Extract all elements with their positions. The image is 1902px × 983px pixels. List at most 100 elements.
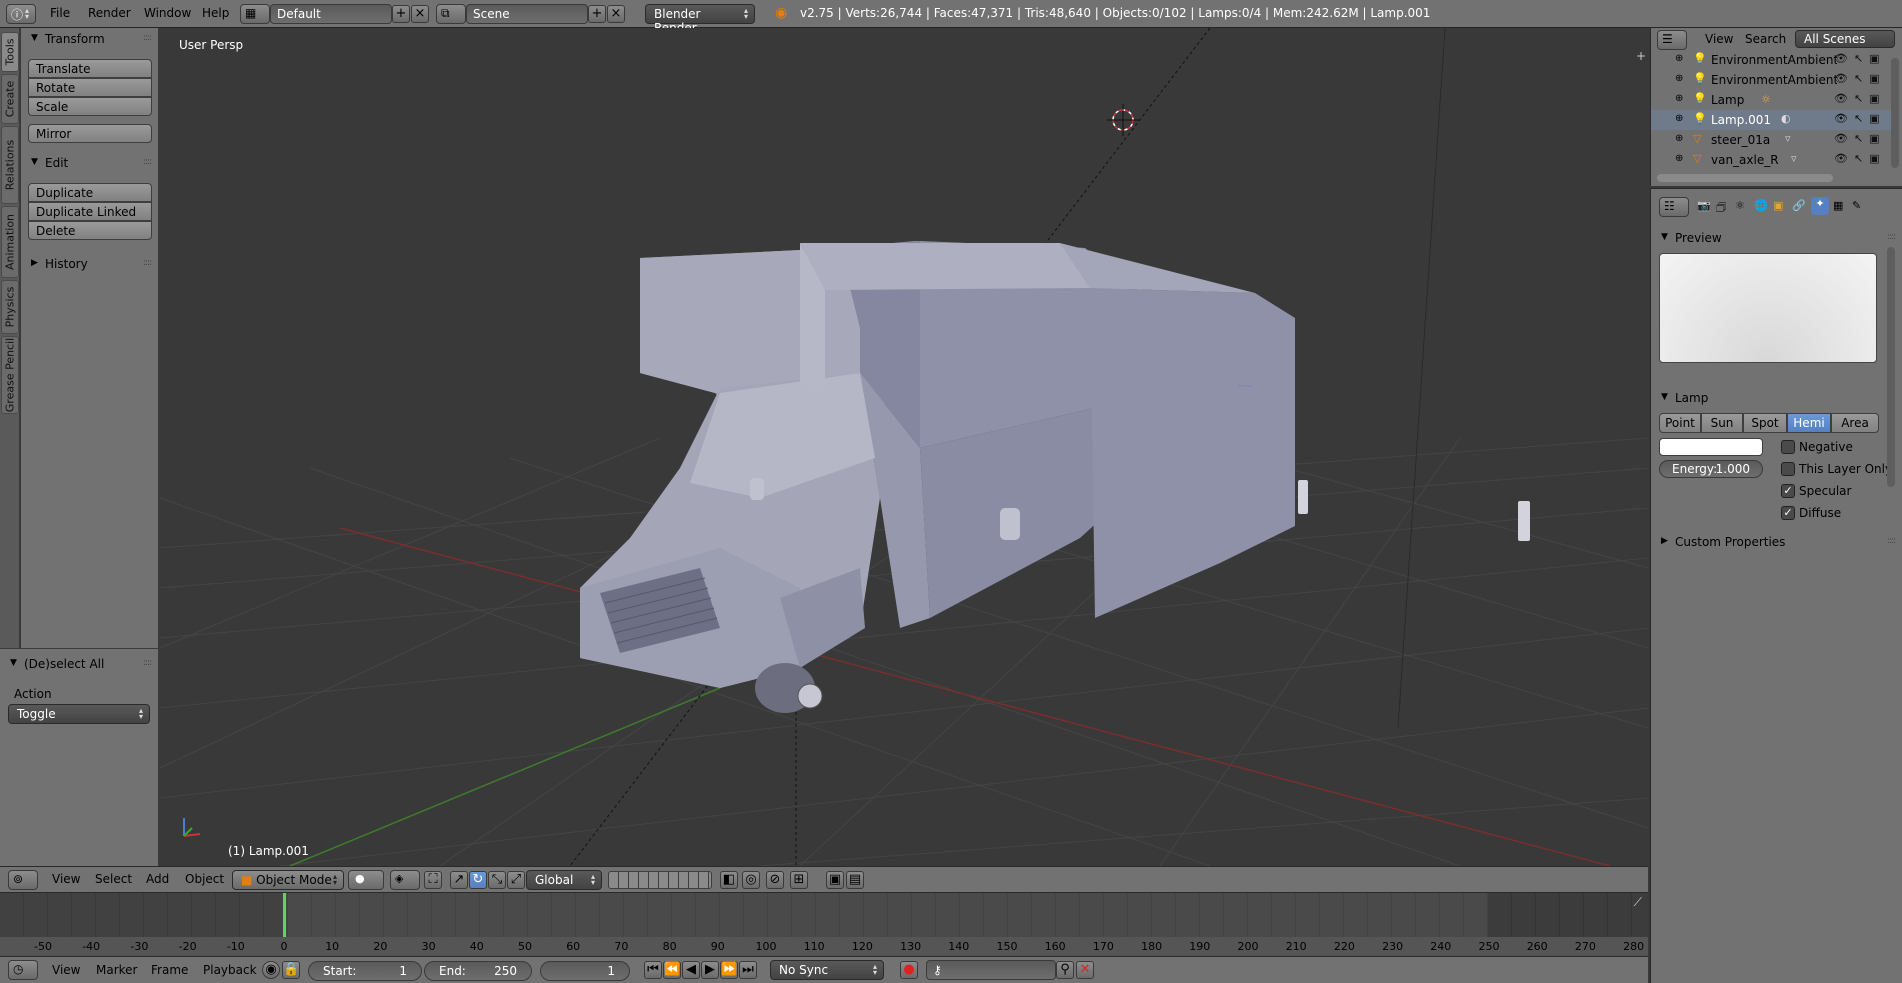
- outliner-row[interactable]: ⊕ 💡 Lamp ☼ 👁↖▣: [1651, 90, 1891, 110]
- mode-dropdown[interactable]: ■ Object Mode ▴ ▾: [232, 870, 344, 890]
- delete-button[interactable]: Delete: [28, 221, 152, 240]
- visibility-select-render-icons[interactable]: 👁↖▣: [1834, 92, 1886, 105]
- current-frame-line[interactable]: [283, 893, 286, 937]
- visibility-select-render-icons[interactable]: 👁↖▣: [1834, 152, 1886, 165]
- texture-tab-icon[interactable]: ▦: [1833, 199, 1843, 212]
- start-frame-field[interactable]: Start: 1: [308, 961, 422, 981]
- menu-view[interactable]: View: [52, 963, 80, 977]
- insert-keyframe-button[interactable]: ⚲: [1056, 961, 1074, 979]
- scene-field[interactable]: Scene: [466, 4, 588, 24]
- screen-layout-field[interactable]: Default: [270, 4, 392, 24]
- menu-search[interactable]: Search: [1745, 32, 1786, 46]
- lamp-type-sun[interactable]: Sun: [1701, 413, 1743, 433]
- keying-set-field[interactable]: ⚷: [926, 960, 1056, 980]
- rotate-button[interactable]: Rotate: [28, 78, 152, 97]
- outliner-row[interactable]: ⊕ ▽ van_axle_R ▿ 👁↖▣: [1651, 150, 1891, 170]
- sync-dropdown[interactable]: No Sync ▴ ▾: [770, 960, 884, 980]
- translate-manipulator-button[interactable]: ↗: [450, 871, 468, 889]
- timeline-area[interactable]: -50 -40 -30 -20 -10 0 10 20 30 40 50 60 70 80 90 100 110…: [0, 892, 1648, 957]
- lamp-type-point[interactable]: Point: [1659, 413, 1701, 433]
- manipulator-toggle-button[interactable]: ⛶: [424, 871, 442, 889]
- tab-relations[interactable]: Relations: [1, 126, 19, 204]
- visibility-select-render-icons[interactable]: 👁↖▣: [1834, 112, 1886, 125]
- object-tab-icon[interactable]: ▣: [1773, 199, 1783, 212]
- view3d-editor-type-button[interactable]: ⊚: [8, 870, 38, 890]
- lock-time-range-button[interactable]: 🔒: [282, 961, 300, 979]
- duplicate-button[interactable]: Duplicate: [28, 183, 152, 202]
- delete-scene-button[interactable]: ×: [607, 5, 625, 23]
- transform-panel-header[interactable]: ▼ Transform ::::: [21, 28, 159, 50]
- pivot-point-button[interactable]: ◈: [390, 870, 420, 890]
- lamp-color-swatch[interactable]: [1659, 438, 1763, 456]
- drag-grip-icon[interactable]: ::::: [1887, 232, 1896, 242]
- preview-panel-header[interactable]: ▼ Preview ::::: [1651, 227, 1902, 249]
- next-keyframe-button[interactable]: ⏩: [720, 961, 738, 979]
- render-engine-dropdown[interactable]: Blender Render ▴▾: [645, 4, 755, 35]
- outliner-row[interactable]: ⊕ ▽ steer_01a ▿ 👁↖▣: [1651, 130, 1891, 150]
- action-dropdown[interactable]: Toggle ▴ ▾: [8, 704, 150, 724]
- use-preview-range-button[interactable]: ◉: [262, 961, 280, 979]
- scale-manipulator-button[interactable]: ⤡: [488, 871, 506, 889]
- scene-icon-button[interactable]: ⧉: [436, 4, 466, 24]
- render-opengl-button[interactable]: ▣: [826, 871, 844, 889]
- drag-grip-icon[interactable]: ::::: [143, 658, 152, 668]
- scale-manipulator-alt-button[interactable]: ⤢: [507, 871, 525, 889]
- lock-layers-button[interactable]: ◧: [720, 871, 738, 889]
- outliner-row[interactable]: ⊕ 💡 EnvironmentAmbientLi 👁↖▣: [1651, 70, 1891, 90]
- properties-editor-type-button[interactable]: ☷: [1659, 197, 1689, 217]
- proportional-edit-button[interactable]: ◎: [742, 871, 760, 889]
- menu-object[interactable]: Object: [185, 872, 224, 886]
- menu-help[interactable]: Help: [202, 6, 229, 20]
- custom-properties-panel-header[interactable]: ▶ Custom Properties ::::: [1651, 531, 1902, 553]
- current-frame-field[interactable]: 1: [540, 961, 630, 981]
- transform-orientation-dropdown[interactable]: Global ▴ ▾: [526, 870, 602, 890]
- constraints-tab-icon[interactable]: 🔗: [1792, 199, 1806, 212]
- delete-screen-button[interactable]: ×: [411, 5, 429, 23]
- properties-scrollbar[interactable]: [1887, 247, 1895, 487]
- lamp-data-tab-icon[interactable]: ✦: [1811, 197, 1829, 215]
- menu-window[interactable]: Window: [144, 6, 191, 20]
- diffuse-checkbox[interactable]: ✓: [1781, 506, 1795, 520]
- scale-button[interactable]: Scale: [28, 97, 152, 116]
- play-button[interactable]: ▶: [701, 961, 719, 979]
- jump-end-button[interactable]: ⏭: [739, 961, 757, 979]
- tab-tools[interactable]: Tools: [1, 32, 19, 72]
- outliner-scope-dropdown[interactable]: All Scenes: [1795, 30, 1895, 48]
- drag-grip-icon[interactable]: ::::: [143, 33, 152, 43]
- negative-checkbox[interactable]: [1781, 440, 1795, 454]
- tab-grease-pencil[interactable]: Grease Pencil: [1, 336, 19, 414]
- jump-start-button[interactable]: ⏮: [644, 961, 662, 979]
- drag-grip-icon[interactable]: ::::: [143, 157, 152, 167]
- viewport-shading-button[interactable]: ●: [348, 870, 384, 890]
- visibility-select-render-icons[interactable]: 👁↖▣: [1834, 132, 1886, 145]
- outliner-vertical-scrollbar[interactable]: [1891, 58, 1899, 168]
- end-frame-field[interactable]: End: 250: [424, 961, 532, 981]
- 3d-viewport[interactable]: + User Persp (1) Lamp.001: [160, 28, 1648, 866]
- menu-view[interactable]: View: [52, 872, 80, 886]
- menu-select[interactable]: Select: [95, 872, 132, 886]
- layer-buttons-2[interactable]: [660, 871, 712, 889]
- duplicate-linked-button[interactable]: Duplicate Linked: [28, 202, 152, 221]
- history-panel-header[interactable]: ▶ History ::::: [21, 253, 159, 275]
- render-tab-icon[interactable]: 📷: [1697, 199, 1711, 212]
- visibility-select-render-icons[interactable]: 👁↖▣: [1834, 72, 1886, 85]
- menu-view[interactable]: View: [1705, 32, 1733, 46]
- outliner-row-selected[interactable]: ⊕ 💡 Lamp.001 ◐ 👁↖▣: [1651, 110, 1891, 130]
- operator-panel-header[interactable]: ▼ (De)select All ::::: [0, 653, 159, 675]
- edit-panel-header[interactable]: ▼ Edit ::::: [21, 152, 159, 174]
- lamp-panel-header[interactable]: ▼ Lamp ::::: [1651, 387, 1902, 409]
- screen-layout-icon-button[interactable]: ▦: [240, 4, 270, 24]
- rotate-manipulator-button[interactable]: ↻: [469, 871, 487, 889]
- add-scene-button[interactable]: +: [588, 5, 606, 23]
- visibility-select-render-icons[interactable]: 👁↖▣: [1834, 52, 1886, 65]
- snap-element-button[interactable]: ⊞: [790, 871, 808, 889]
- energy-field[interactable]: Energy: 1.000: [1659, 460, 1763, 478]
- lamp-type-area[interactable]: Area: [1831, 413, 1879, 433]
- play-reverse-button[interactable]: ◀: [682, 961, 700, 979]
- delete-keyframe-button[interactable]: ✕: [1076, 961, 1094, 979]
- snap-toggle-button[interactable]: ⊘: [766, 871, 784, 889]
- specular-checkbox[interactable]: ✓: [1781, 484, 1795, 498]
- this-layer-only-checkbox[interactable]: [1781, 462, 1795, 476]
- translate-button[interactable]: Translate: [28, 59, 152, 78]
- tab-animation[interactable]: Animation: [1, 206, 19, 278]
